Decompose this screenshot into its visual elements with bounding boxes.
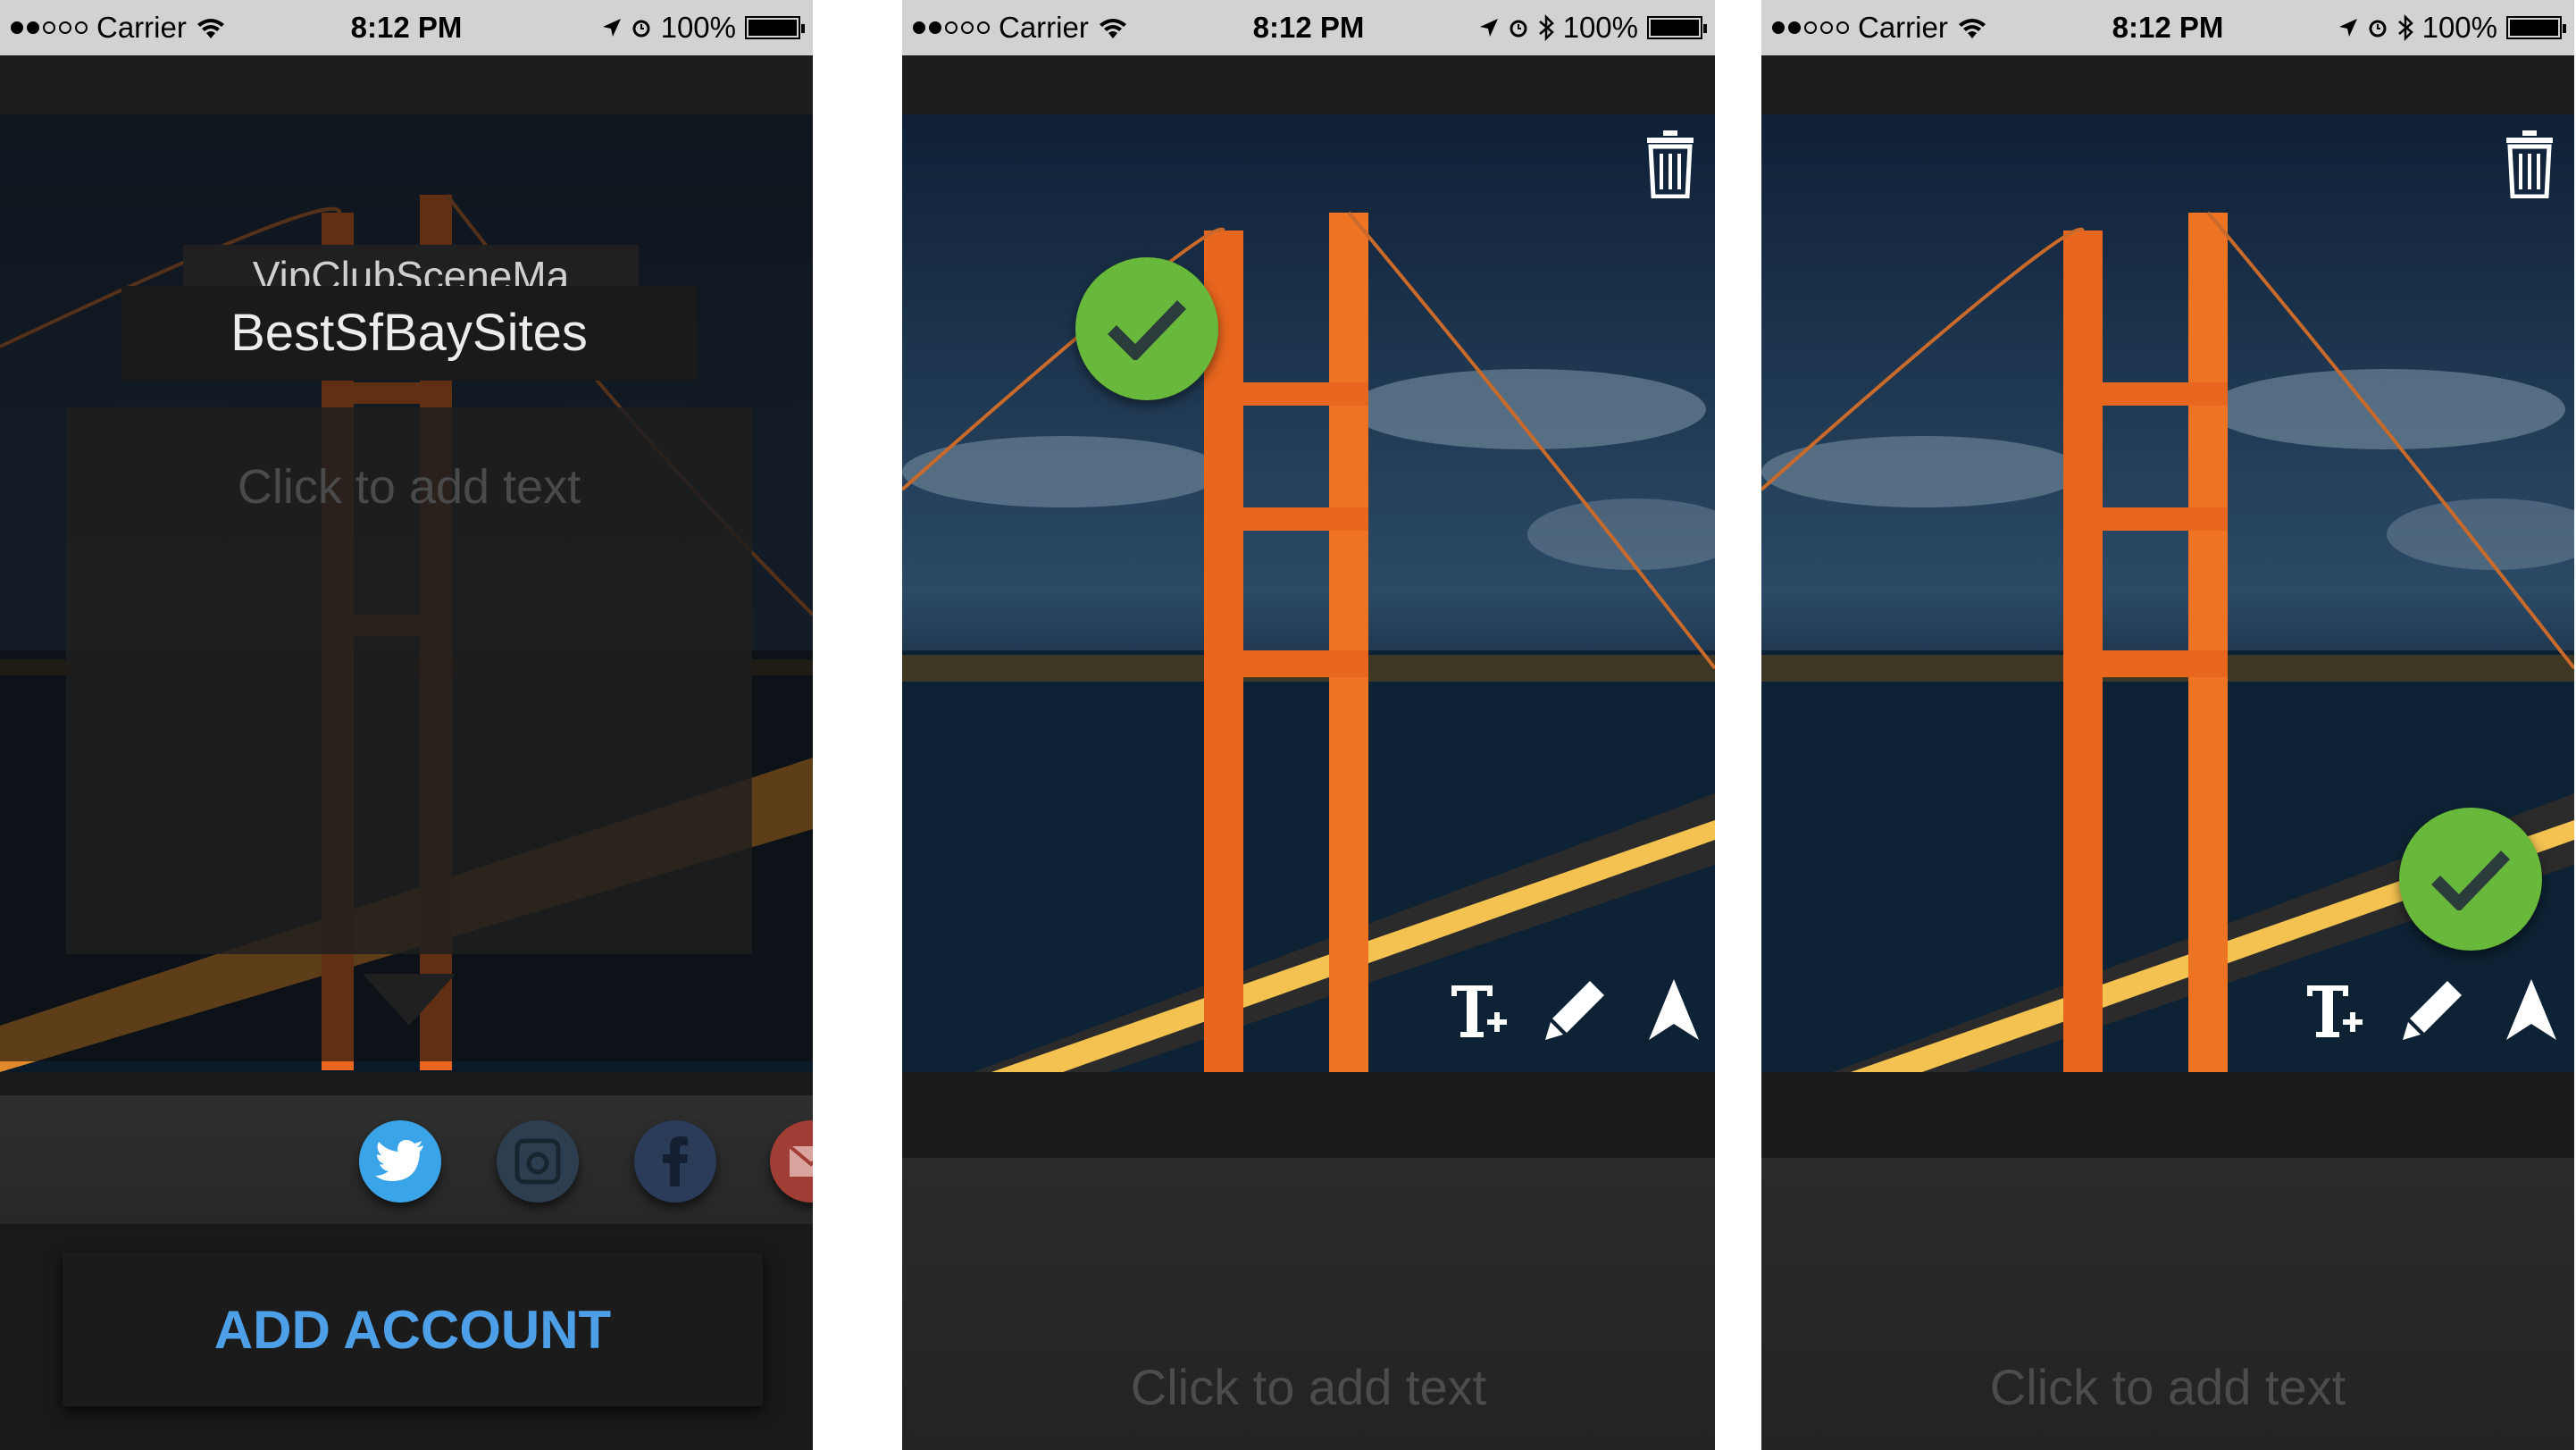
trash-icon — [2506, 130, 2553, 199]
caption-band — [1761, 1072, 2574, 1158]
share-bar — [0, 1095, 813, 1224]
add-account-button[interactable]: ADD ACCOUNT — [63, 1253, 763, 1406]
text-add-icon — [1451, 985, 1507, 1037]
alarm-icon — [632, 20, 650, 38]
alarm-icon — [1510, 20, 1527, 38]
text-placeholder: Click to add text — [237, 460, 581, 514]
status-bar: Carrier 8:12 PM 100% — [902, 0, 1715, 55]
arrow-button[interactable] — [2497, 974, 2565, 1045]
account-title-selected[interactable]: BestSfBaySites — [121, 286, 697, 381]
phone-screen-editor-alt: Carrier 8:12 PM 100% Click to add text — [1761, 0, 2574, 1450]
arrow-icon — [2506, 979, 2556, 1040]
battery-percent: 100% — [1562, 11, 1638, 44]
text-entry-panel[interactable]: Click to add text — [66, 407, 752, 954]
draw-button[interactable] — [1542, 974, 1610, 1045]
pencil-icon — [2403, 981, 2462, 1040]
text-add-icon — [2307, 985, 2363, 1037]
facebook-icon — [663, 1136, 688, 1186]
checkmark-icon — [2431, 851, 2511, 910]
dropdown-arrow-icon — [363, 974, 456, 1026]
arrow-icon — [1649, 979, 1699, 1040]
phone-screen-editor: Carrier 8:12 PM 100% Click to add text — [902, 0, 1715, 1450]
text-placeholder: Click to add text — [1989, 1359, 2346, 1415]
instagram-button[interactable] — [497, 1120, 579, 1203]
bluetooth-icon — [1538, 14, 1554, 41]
twitter-button[interactable] — [359, 1120, 441, 1203]
email-icon — [788, 1144, 813, 1177]
battery-icon — [745, 16, 805, 39]
battery-icon — [1647, 16, 1707, 39]
twitter-icon — [375, 1140, 423, 1181]
confirm-button[interactable] — [2399, 808, 2542, 951]
checkmark-icon — [1108, 300, 1187, 360]
caption-area[interactable]: Click to add text — [902, 1158, 1715, 1450]
add-text-button[interactable] — [2301, 974, 2369, 1045]
trash-button[interactable] — [1645, 130, 1708, 207]
top-band — [902, 55, 1715, 114]
top-band — [1761, 55, 2574, 114]
caption-band — [902, 1072, 1715, 1158]
confirm-button[interactable] — [1075, 257, 1218, 400]
arrow-button[interactable] — [1640, 974, 1708, 1045]
battery-percent: 100% — [2421, 11, 2497, 44]
location-icon — [602, 19, 621, 37]
battery-icon — [2506, 16, 2566, 39]
status-bar: Carrier 8:12 PM 100% — [1761, 0, 2574, 55]
status-bar: Carrier 8:12 PM 100% — [0, 0, 813, 55]
add-text-button[interactable] — [1445, 974, 1513, 1045]
instagram-icon — [514, 1138, 561, 1185]
bridge-photo — [902, 114, 1715, 1072]
draw-button[interactable] — [2399, 974, 2467, 1045]
facebook-button[interactable] — [634, 1120, 716, 1203]
alarm-icon — [2369, 20, 2387, 38]
pencil-icon — [1545, 981, 1604, 1040]
email-button[interactable] — [770, 1120, 813, 1203]
top-band — [0, 55, 813, 114]
phone-screen-share: Carrier 8:12 PM 100% VipClubSceneMa Best… — [0, 0, 813, 1450]
text-placeholder: Click to add text — [1130, 1359, 1487, 1415]
location-icon — [1479, 19, 1498, 37]
battery-percent: 100% — [660, 11, 736, 44]
location-icon — [2338, 19, 2357, 37]
trash-button[interactable] — [2505, 130, 2567, 207]
caption-area[interactable]: Click to add text — [1761, 1158, 2574, 1450]
trash-icon — [1647, 130, 1694, 199]
bluetooth-icon — [2397, 14, 2413, 41]
